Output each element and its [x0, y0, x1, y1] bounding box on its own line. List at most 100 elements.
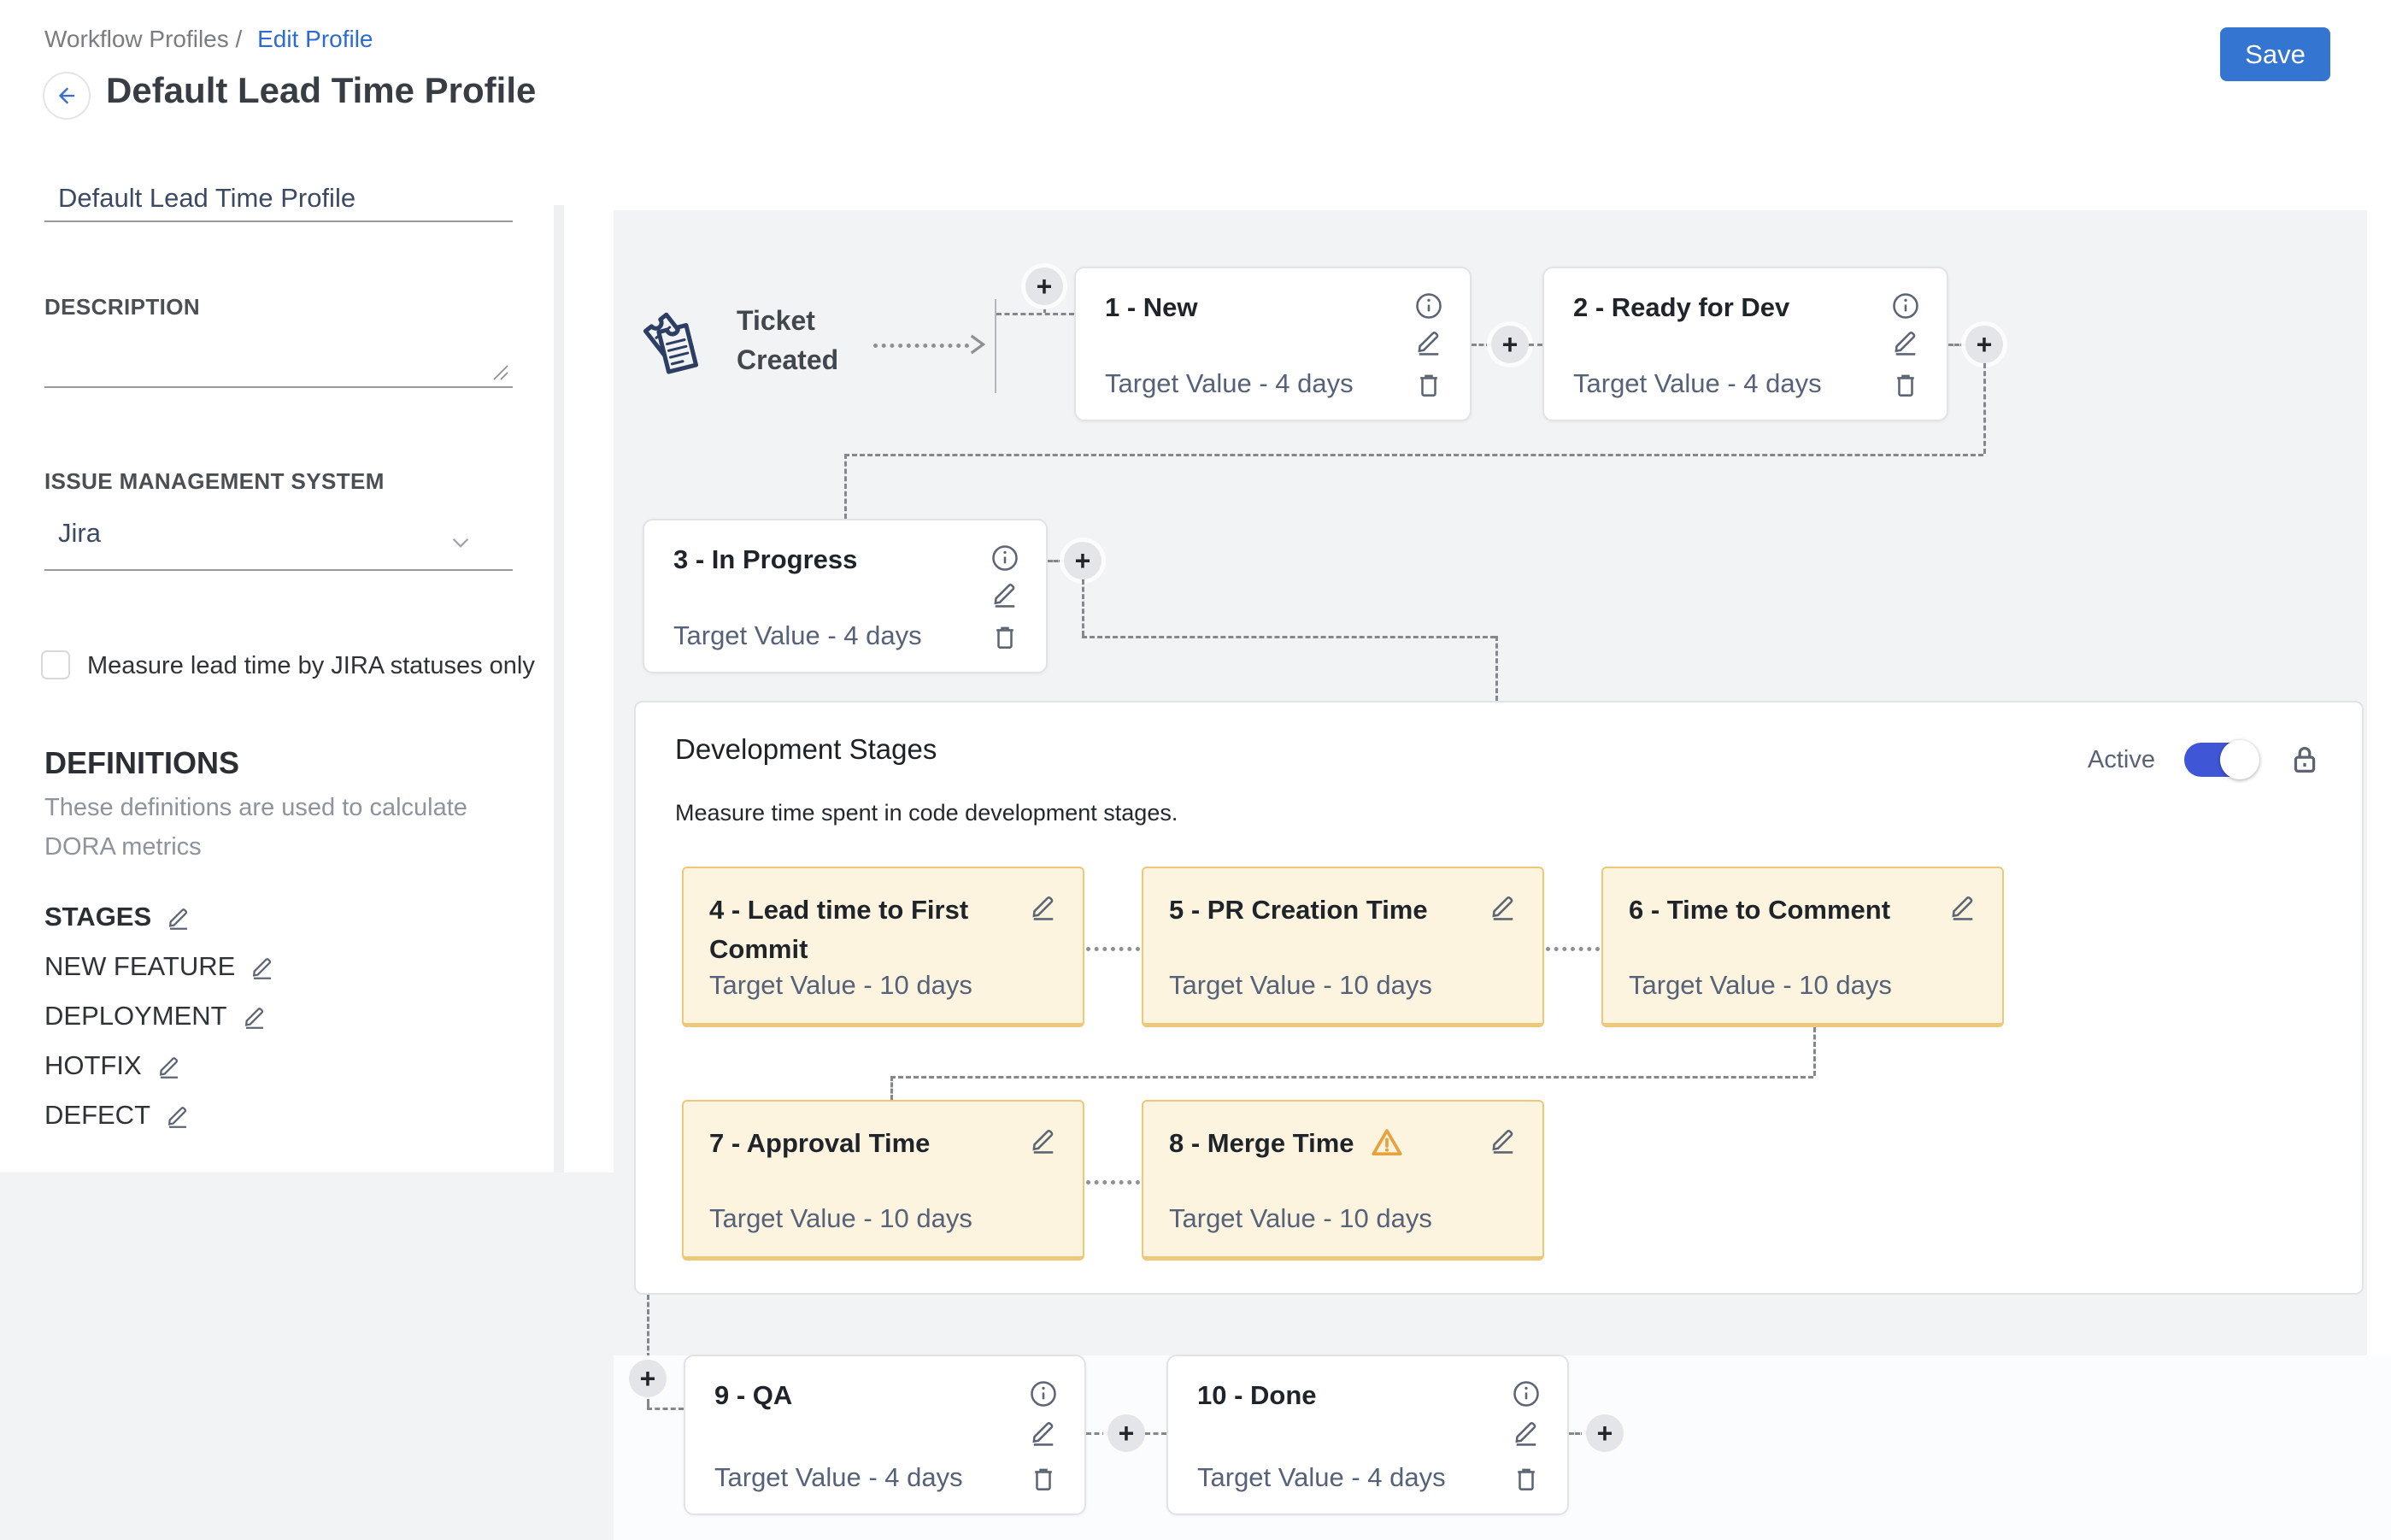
stage-card-10-done[interactable]: 10 - Done Target Value - 4 days	[1166, 1355, 1569, 1515]
edit-icon[interactable]	[241, 1002, 268, 1030]
connector	[1048, 560, 1064, 562]
connector	[647, 1399, 649, 1408]
connector	[844, 454, 847, 519]
background-left	[0, 1173, 614, 1540]
add-stage-button[interactable]: +	[1586, 1414, 1624, 1452]
add-stage-button[interactable]: +	[1491, 326, 1529, 363]
trash-icon[interactable]	[1890, 370, 1921, 401]
definition-link-label: STAGES	[44, 902, 151, 932]
stage-target-value: Target Value - 4 days	[1573, 368, 1822, 399]
development-stages-panel: Development Stages Measure time spent in…	[634, 701, 2364, 1295]
stage-card-1-new[interactable]: 1 - New Target Value - 4 days	[1074, 267, 1472, 421]
trash-icon[interactable]	[1511, 1464, 1542, 1495]
start-arrow-line	[873, 344, 969, 348]
stage-title: 6 - Time to Comment	[1629, 890, 1890, 930]
connector	[1569, 1432, 1586, 1435]
stage-target-value: Target Value - 10 days	[1169, 970, 1432, 1001]
connector	[890, 1076, 893, 1100]
ticket-icon	[634, 297, 716, 383]
connector	[1082, 636, 1495, 638]
connector	[1529, 344, 1542, 346]
panel-title: Development Stages	[675, 733, 937, 766]
panel-subtitle: Measure time spent in code development s…	[675, 800, 1178, 826]
edit-icon[interactable]	[990, 578, 1020, 608]
connector	[1546, 947, 1600, 951]
dev-stage-card-6-time-to-comment[interactable]: 6 - Time to Comment Target Value - 10 da…	[1601, 867, 2004, 1027]
edit-icon[interactable]	[1028, 1416, 1059, 1447]
breadcrumb-root[interactable]: Workflow Profiles /	[44, 26, 242, 52]
save-button[interactable]: Save	[2220, 27, 2330, 81]
connector	[1813, 1027, 1816, 1076]
dev-stage-card-8-merge-time[interactable]: 8 - Merge Time Target Value - 10 days	[1142, 1100, 1544, 1261]
info-icon[interactable]	[990, 543, 1020, 573]
edit-icon[interactable]	[165, 903, 192, 931]
ims-select[interactable]: Jira	[44, 518, 513, 571]
add-stage-button[interactable]: +	[1107, 1414, 1145, 1452]
dev-stage-card-4-lead-time-to-first-commit[interactable]: 4 - Lead time to First Commit Target Val…	[682, 867, 1084, 1027]
lock-icon[interactable]	[2285, 740, 2324, 779]
trash-icon[interactable]	[1028, 1464, 1059, 1495]
arrow-head-icon	[964, 332, 990, 357]
connector	[1948, 344, 1965, 346]
jira-statuses-checkbox[interactable]	[41, 650, 70, 679]
sidebar-divider	[554, 205, 564, 1173]
edit-icon[interactable]	[1488, 1124, 1519, 1155]
edit-icon[interactable]	[164, 1102, 191, 1129]
definition-link-stages[interactable]: STAGES	[44, 902, 192, 932]
description-textarea[interactable]	[44, 338, 513, 388]
add-stage-button[interactable]: +	[1025, 267, 1063, 305]
definition-link-deployment[interactable]: DEPLOYMENT	[44, 1001, 268, 1032]
stage-target-value: Target Value - 4 days	[714, 1462, 963, 1493]
add-stage-button[interactable]: +	[1064, 542, 1102, 579]
connector	[1472, 344, 1491, 346]
stage-title: 8 - Merge Time	[1169, 1124, 1354, 1163]
add-stage-button[interactable]: +	[1965, 326, 2003, 363]
stage-target-value: Target Value - 10 days	[709, 970, 972, 1001]
definition-link-new-feature[interactable]: NEW FEATURE	[44, 951, 276, 982]
definition-link-label: HOTFIX	[44, 1050, 142, 1081]
edit-icon[interactable]	[1413, 326, 1444, 356]
stage-title: 4 - Lead time to First Commit	[709, 890, 1008, 969]
info-icon[interactable]	[1413, 291, 1444, 321]
connector	[647, 1295, 649, 1358]
add-stage-button[interactable]: +	[629, 1360, 667, 1397]
connector	[1082, 579, 1084, 636]
definition-link-hotfix[interactable]: HOTFIX	[44, 1050, 183, 1081]
info-icon[interactable]	[1511, 1378, 1542, 1409]
stage-target-value: Target Value - 10 days	[1169, 1203, 1432, 1234]
back-button[interactable]	[43, 72, 91, 120]
trash-icon[interactable]	[990, 622, 1020, 653]
info-icon[interactable]	[1890, 291, 1921, 321]
connector	[1983, 363, 1986, 454]
edit-icon[interactable]	[1511, 1416, 1542, 1447]
profile-name-input[interactable]: Default Lead Time Profile	[44, 183, 513, 222]
edit-icon[interactable]	[1890, 326, 1921, 356]
stage-card-9-qa[interactable]: 9 - QA Target Value - 4 days	[684, 1355, 1086, 1515]
breadcrumb-current[interactable]: Edit Profile	[257, 26, 373, 52]
arrow-left-icon	[54, 83, 79, 109]
info-icon[interactable]	[1028, 1378, 1059, 1409]
trash-icon[interactable]	[1413, 370, 1444, 401]
connector	[890, 1076, 1813, 1079]
stage-title: 9 - QA	[714, 1380, 792, 1411]
active-toggle[interactable]	[2184, 743, 2256, 777]
edit-icon[interactable]	[1488, 890, 1519, 921]
definition-link-defect[interactable]: DEFECT	[44, 1100, 191, 1131]
stage-card-2-ready-for-dev[interactable]: 2 - Ready for Dev Target Value - 4 days	[1542, 267, 1948, 421]
edit-icon[interactable]	[1947, 890, 1978, 921]
edit-icon[interactable]	[249, 953, 276, 980]
definition-link-label: NEW FEATURE	[44, 951, 235, 982]
stage-title: 10 - Done	[1197, 1380, 1317, 1411]
dev-stage-card-7-approval-time[interactable]: 7 - Approval Time Target Value - 10 days	[682, 1100, 1084, 1261]
resize-handle-icon[interactable]	[491, 362, 509, 381]
edit-icon[interactable]	[156, 1052, 183, 1079]
stage-target-value: Target Value - 4 days	[1197, 1462, 1446, 1493]
edit-icon[interactable]	[1028, 1124, 1059, 1155]
stage-target-value: Target Value - 10 days	[1629, 970, 1892, 1001]
stage-card-3-in-progress[interactable]: 3 - In Progress Target Value - 4 days	[643, 519, 1048, 673]
jira-statuses-checkbox-label: Measure lead time by JIRA statuses only	[87, 652, 535, 680]
connector	[996, 313, 1074, 315]
dev-stage-card-5-pr-creation-time[interactable]: 5 - PR Creation Time Target Value - 10 d…	[1142, 867, 1544, 1027]
edit-icon[interactable]	[1028, 890, 1059, 921]
definition-link-label: DEFECT	[44, 1100, 150, 1131]
